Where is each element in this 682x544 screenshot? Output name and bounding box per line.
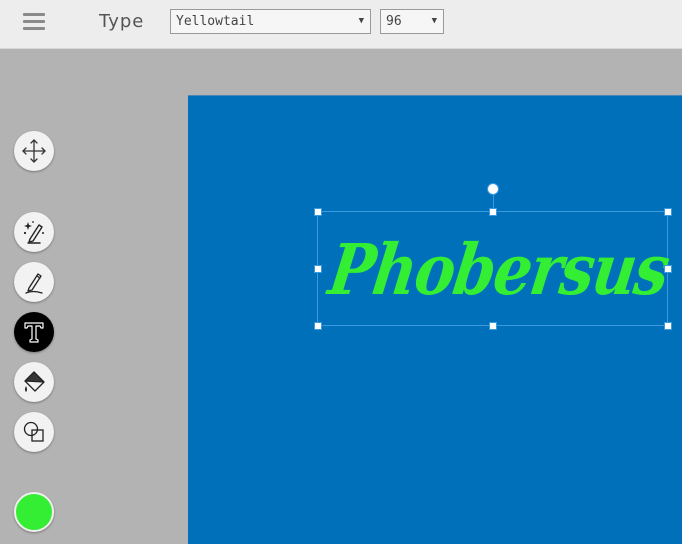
resize-handle-top[interactable] [489,208,497,216]
drawing-canvas[interactable]: Phobersus [188,95,682,544]
type-text-icon [24,322,44,343]
resize-handle-top-left[interactable] [314,208,322,216]
chevron-down-icon: ▼ [431,16,437,26]
pen-tool-button[interactable] [14,262,54,302]
pen-icon [25,273,43,294]
shapes-icon [23,421,44,442]
font-size-select[interactable]: 96 ▼ [380,9,444,34]
move-arrows-icon [22,139,46,163]
resize-handle-bottom-right[interactable] [664,322,672,330]
top-toolbar: Type Yellowtail ▼ 96 ▼ [0,0,682,49]
resize-handle-top-right[interactable] [664,208,672,216]
resize-handle-bottom[interactable] [489,322,497,330]
font-family-select[interactable]: Yellowtail ▼ [170,9,371,34]
type-tool-button[interactable] [14,312,54,352]
magic-pen-tool-button[interactable] [14,212,54,252]
shapes-tool-button[interactable] [14,412,54,452]
paint-bucket-icon [24,371,45,392]
resize-handle-bottom-left[interactable] [314,322,322,330]
rotate-handle[interactable] [487,183,499,195]
resize-handle-left[interactable] [314,265,322,273]
move-tool-button[interactable] [14,131,54,171]
current-tool-label: Type [99,11,145,32]
resize-handle-right[interactable] [664,265,672,273]
font-family-value: Yellowtail [176,14,255,29]
canvas-text[interactable]: Phobersus [322,212,673,327]
hamburger-menu-icon[interactable] [23,12,45,32]
color-picker-swatch[interactable] [14,492,54,532]
font-size-value: 96 [386,14,402,29]
fill-tool-button[interactable] [14,362,54,402]
selected-text-object[interactable]: Phobersus [314,183,673,330]
chevron-down-icon: ▼ [358,16,364,26]
magic-pen-icon [23,221,44,244]
